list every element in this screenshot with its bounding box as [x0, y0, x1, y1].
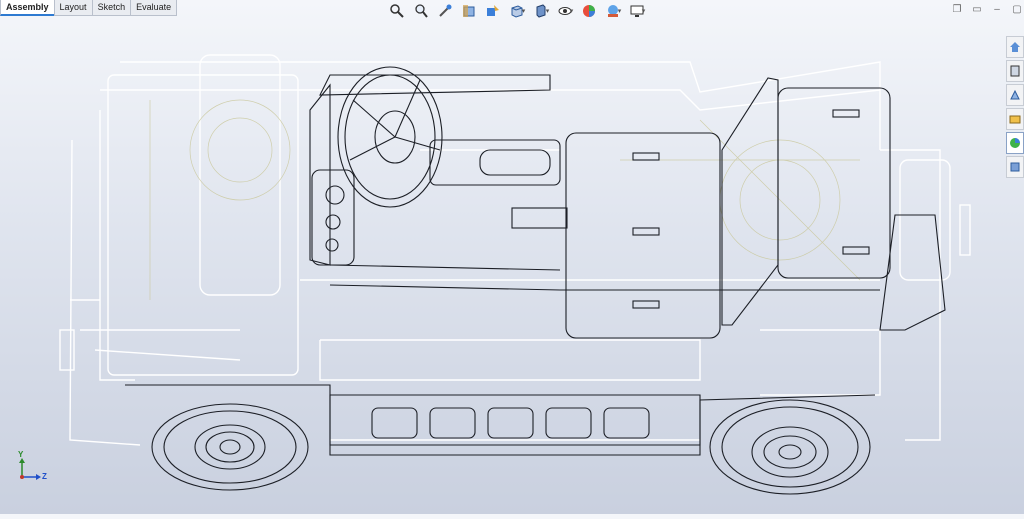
tile-icon[interactable]: ▭ [970, 3, 984, 15]
resources-icon[interactable] [1006, 60, 1024, 82]
zoom-to-fit-icon[interactable] [386, 2, 408, 20]
section-view-icon[interactable] [458, 2, 480, 20]
viewport-window-controls: ❐ ▭ – ▢ [950, 3, 1024, 15]
tab-sketch[interactable]: Sketch [91, 0, 132, 16]
tab-assembly[interactable]: Assembly [0, 0, 55, 16]
zoom-to-area-icon[interactable] [410, 2, 432, 20]
rear-wheel [709, 399, 871, 495]
hide-show-items-icon[interactable]: ▾ [554, 2, 576, 20]
view-settings-icon[interactable]: ▾ [626, 2, 648, 20]
floor-cutouts [371, 407, 650, 439]
front-wheel [151, 403, 309, 491]
graphics-area[interactable] [0, 0, 1024, 514]
task-pane-tabs [1006, 36, 1024, 178]
triad-z-label: Z [42, 472, 47, 481]
apply-scene-icon[interactable]: ▾ [602, 2, 624, 20]
command-manager-tabs: Assembly Layout Sketch Evaluate [0, 0, 178, 16]
edit-appearance-icon[interactable] [578, 2, 600, 20]
tab-layout[interactable]: Layout [53, 0, 93, 16]
previous-view-icon[interactable] [434, 2, 456, 20]
restore-icon[interactable]: ❐ [950, 3, 964, 15]
internal-detail-edges [149, 99, 861, 300]
reference-triad: Y Z [14, 450, 50, 483]
design-library-icon[interactable] [1006, 84, 1024, 106]
heads-up-view-toolbar: ▾ ▾ ▾ ▾ ▾ [386, 2, 648, 20]
minimize-icon[interactable]: – [990, 3, 1004, 15]
home-icon[interactable] [1006, 36, 1024, 58]
triad-y-label: Y [18, 450, 24, 459]
view-orientation-icon[interactable]: ▾ [506, 2, 528, 20]
display-style-icon[interactable]: ▾ [530, 2, 552, 20]
appearances-icon[interactable] [1006, 156, 1024, 178]
tab-evaluate[interactable]: Evaluate [130, 0, 178, 16]
file-explorer-icon[interactable] [1006, 108, 1024, 130]
maximize-icon[interactable]: ▢ [1010, 3, 1024, 15]
go-kart-model-wireframe [59, 54, 971, 495]
view-palette-icon[interactable] [1006, 132, 1024, 154]
dynamic-annotation-icon[interactable] [482, 2, 504, 20]
